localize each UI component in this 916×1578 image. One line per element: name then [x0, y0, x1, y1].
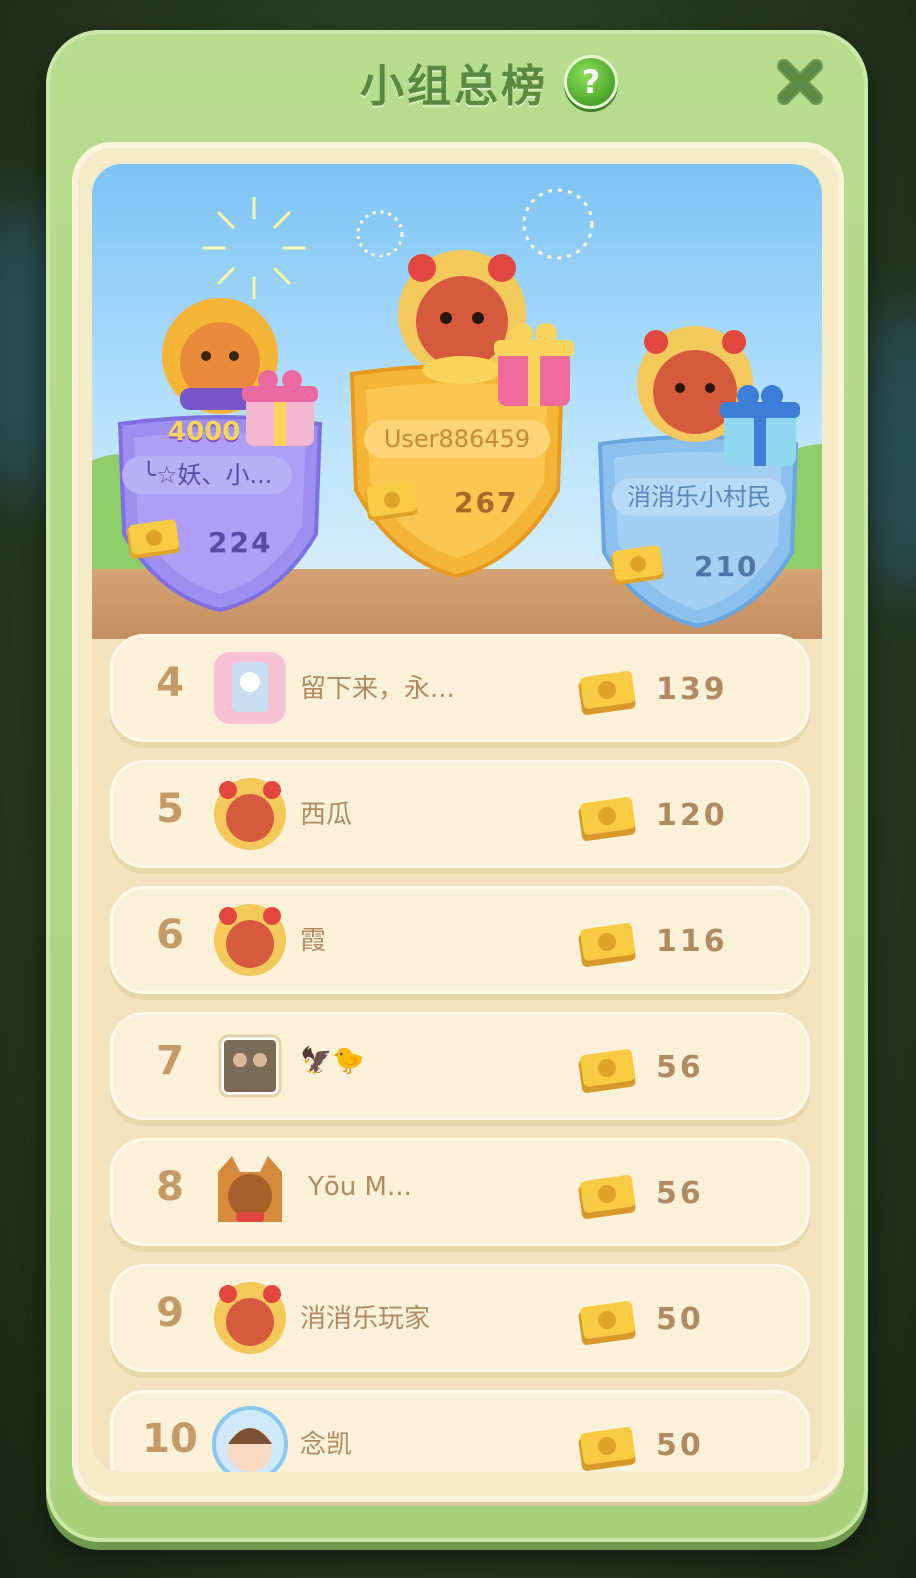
player-score: 120 — [656, 798, 728, 833]
player-name: Yōu M... — [308, 1172, 412, 1202]
player-name: 消消乐玩家 — [300, 1304, 431, 1334]
player-avatar — [212, 1406, 288, 1472]
ticket-coin-icon — [610, 545, 664, 585]
player-score: 50 — [656, 1428, 704, 1463]
panel-title: 小组总榜 — [360, 61, 548, 112]
close-icon[interactable] — [774, 56, 826, 108]
leaderboard-row[interactable]: 5 西瓜 120 — [110, 760, 810, 868]
leaderboard-row[interactable]: 6 霞 116 — [110, 886, 810, 994]
player-avatar — [218, 1156, 282, 1222]
ticket-coin-icon — [578, 1175, 636, 1219]
gift-icon[interactable] — [242, 366, 318, 450]
player-name: 留下来，永... — [300, 674, 455, 704]
player-avatar — [214, 904, 286, 976]
ticket-coin-icon — [126, 519, 180, 559]
player-avatar — [214, 652, 286, 724]
rank-number: 4 — [156, 660, 184, 706]
ticket-coin-icon — [578, 1427, 636, 1471]
leaderboard-row[interactable]: 8 Yōu M... 56 — [110, 1138, 810, 1246]
ticket-coin-icon — [364, 481, 418, 521]
question-mark-icon[interactable]: ? — [564, 55, 618, 109]
player-avatar — [218, 1034, 282, 1098]
player-name: 念凯 — [300, 1430, 353, 1460]
player-score: 50 — [656, 1302, 704, 1337]
rank-number: 5 — [156, 786, 184, 832]
player-avatar — [214, 778, 286, 850]
player-avatar — [214, 1282, 286, 1354]
gift-icon[interactable] — [494, 318, 574, 410]
leaderboard-row[interactable]: 4 留下来，永... 139 — [110, 634, 810, 742]
second-place-name: ╰☆妖、小... — [122, 456, 292, 494]
player-score: 139 — [656, 672, 728, 707]
leaderboard-row[interactable]: 10 念凯 50 — [110, 1390, 810, 1472]
title-bar: 小组总榜 ? — [360, 52, 618, 112]
player-score: 116 — [656, 924, 728, 959]
player-name: 西瓜 — [300, 800, 353, 830]
player-name: 🦅🐤 — [300, 1046, 365, 1076]
third-place-score: 210 — [694, 550, 759, 583]
ticket-coin-icon — [578, 1301, 636, 1345]
first-place-score: 267 — [454, 486, 519, 519]
ticket-coin-icon — [578, 797, 636, 841]
leaderboard-row[interactable]: 9 消消乐玩家 50 — [110, 1264, 810, 1372]
rank-number: 6 — [156, 912, 184, 958]
third-place-name: 消消乐小村民 — [612, 478, 786, 516]
rank-number: 8 — [156, 1164, 184, 1210]
player-score: 56 — [656, 1050, 704, 1085]
gift-icon[interactable] — [720, 380, 800, 470]
player-score: 56 — [656, 1176, 704, 1211]
first-place-name: User886459 — [364, 420, 550, 458]
second-place-score: 224 — [208, 526, 273, 559]
rank-number: 10 — [142, 1416, 198, 1462]
ticket-coin-icon — [578, 1049, 636, 1093]
second-place-badge-text: 4000 — [168, 417, 241, 447]
ticket-coin-icon — [578, 671, 636, 715]
leaderboard-content: ╰☆妖、小... 4000 224 User886459 267 消消乐小村民 … — [92, 164, 822, 1472]
rank-number: 9 — [156, 1290, 184, 1336]
rank-number: 7 — [156, 1038, 184, 1084]
ticket-coin-icon — [578, 923, 636, 967]
leaderboard-row[interactable]: 7 🦅🐤 56 — [110, 1012, 810, 1120]
player-name: 霞 — [300, 926, 327, 956]
